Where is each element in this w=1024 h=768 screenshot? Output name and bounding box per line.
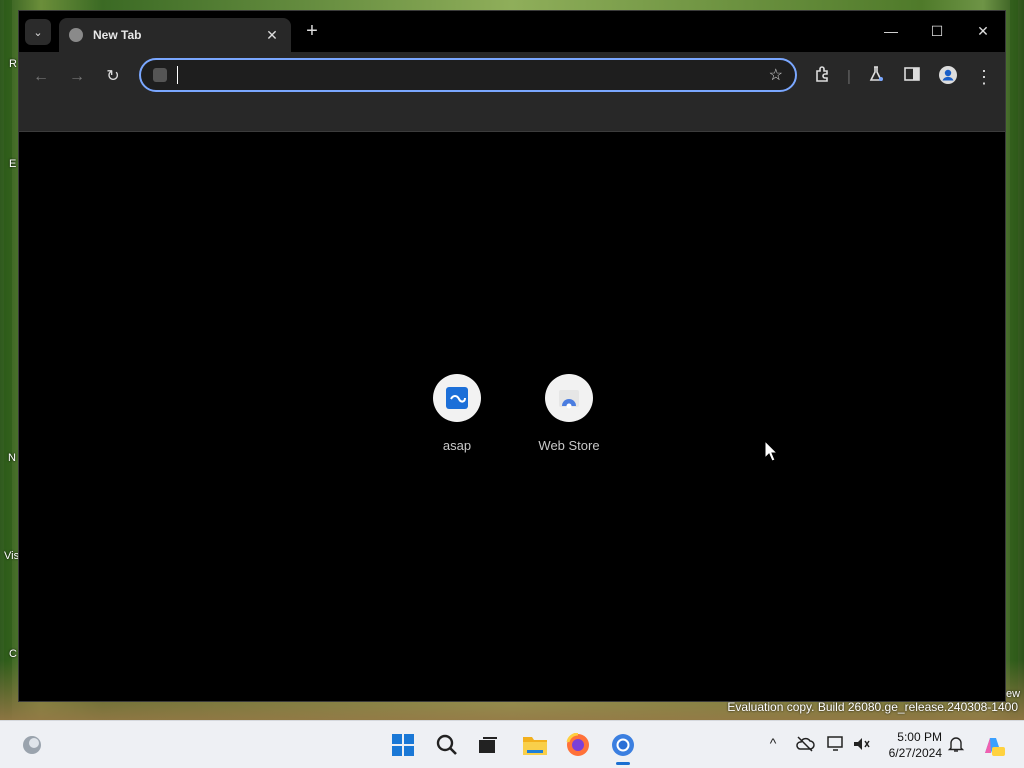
browser-window: ⌄ New Tab ✕ + — ☐ ✕ ← → ↻ ☆ | ⋮ asap Web… [18,10,1006,702]
notification-bell-icon[interactable] [946,735,966,755]
bookmark-star-icon[interactable]: ☆ [769,65,783,85]
minimize-button[interactable]: — [871,19,911,43]
clock[interactable]: 5:00 PM 6/27/2024 [889,729,942,761]
tab-search-button[interactable]: ⌄ [25,19,51,45]
toolbar: ← → ↻ ☆ | ⋮ [19,52,1005,132]
shortcut-label: Web Store [538,438,600,453]
tab-new-tab[interactable]: New Tab ✕ [59,18,291,52]
desktop-icon-label[interactable]: C [9,648,17,660]
new-tab-page: asap Web Store [19,133,1005,701]
cloud-sync-off-icon[interactable] [795,735,815,755]
desktop-icon-label[interactable]: Vis [4,550,19,562]
extensions-icon[interactable] [811,65,835,89]
mouse-cursor-icon [764,440,778,462]
clock-time: 5:00 PM [897,730,942,744]
tab-title: New Tab [93,28,142,42]
globe-icon [69,28,83,42]
labs-icon[interactable] [864,65,888,89]
forward-button[interactable]: → [65,65,89,89]
maximize-button[interactable]: ☐ [917,19,957,43]
copilot-icon[interactable] [980,735,1006,756]
taskbar: ^ 5:00 PM 6/27/2024 [0,720,1024,768]
chevron-down-icon: ⌄ [33,26,43,39]
reload-button[interactable]: ↻ [101,65,125,89]
volume-icon[interactable] [852,735,872,755]
side-panel-icon[interactable] [900,65,924,89]
desktop-icon-label[interactable]: E [9,158,16,170]
shortcut-web-store[interactable]: Web Store [527,374,611,453]
menu-icon[interactable]: ⋮ [972,65,996,89]
address-input[interactable] [175,64,755,86]
clock-date: 6/27/2024 [888,746,942,760]
file-explorer-icon[interactable] [521,731,549,759]
desktop-icon-label[interactable]: ew [1006,688,1020,700]
widgets-icon[interactable] [18,731,46,759]
chrome-icon[interactable] [609,731,637,759]
close-window-button[interactable]: ✕ [963,19,1003,43]
shortcut-label: asap [442,438,472,453]
profile-icon[interactable] [936,65,960,89]
tab-strip: ⌄ New Tab ✕ + — ☐ ✕ [19,11,1005,52]
divider: | [847,68,851,85]
active-app-indicator [616,762,630,765]
task-view-icon[interactable] [474,731,502,759]
tray-overflow-chevron-icon[interactable]: ^ [763,735,783,755]
shortcut-asap[interactable]: asap [415,374,499,453]
close-tab-icon[interactable]: ✕ [263,27,281,44]
evaluation-watermark: Evaluation copy. Build 26080.ge_release.… [727,700,1018,714]
network-icon[interactable] [826,735,846,755]
search-icon[interactable] [433,731,461,759]
site-info-icon[interactable] [153,68,167,82]
desktop-icon-label[interactable]: N [8,452,16,464]
back-button[interactable]: ← [29,65,53,89]
asap-icon [433,374,481,422]
firefox-icon[interactable] [564,731,592,759]
text-cursor [177,66,178,84]
start-icon[interactable] [389,731,417,759]
desktop-icon-label[interactable]: R [9,58,17,70]
new-tab-button[interactable]: + [301,21,323,43]
web-store-icon [545,374,593,422]
address-bar[interactable]: ☆ [139,58,797,92]
